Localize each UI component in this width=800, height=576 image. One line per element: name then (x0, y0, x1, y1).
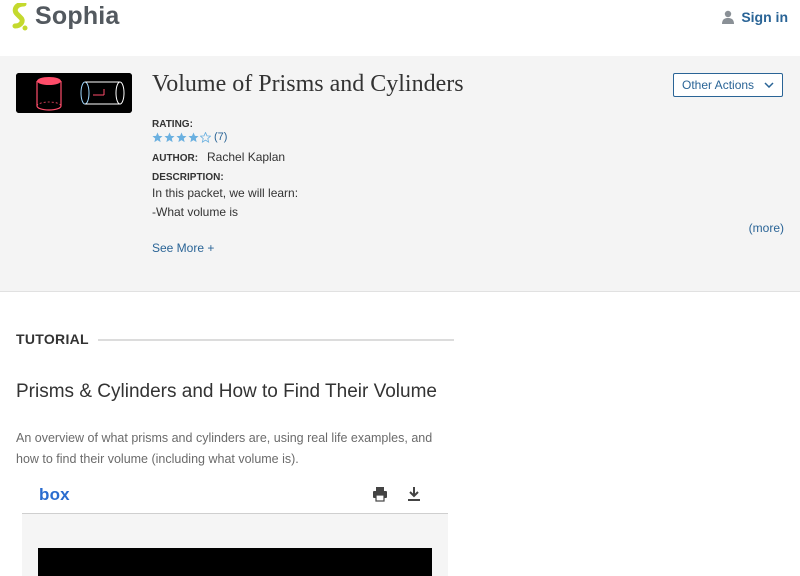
other-actions-dropdown[interactable]: Other Actions (673, 73, 783, 97)
tutorial-description: An overview of what prisms and cylinders… (16, 431, 433, 466)
rating-count-link[interactable]: (7) (214, 131, 227, 143)
logo-text: Sophia (35, 2, 120, 30)
rating-label: RATING: (152, 119, 193, 130)
rating-stars[interactable]: (7) (152, 131, 227, 143)
packet-thumbnail[interactable] (16, 73, 132, 113)
other-actions-label: Other Actions (682, 78, 755, 92)
packet-title: Volume of Prisms and Cylinders (152, 71, 464, 97)
section-divider (98, 339, 454, 341)
more-link[interactable]: (more) (749, 221, 784, 235)
author-label: AUTHOR: (152, 153, 199, 164)
description-line: In this packet, we will learn: (152, 186, 299, 200)
star-filled-icon (164, 131, 175, 142)
sign-in-label: Sign in (741, 9, 788, 25)
author-name: Rachel Kaplan (207, 150, 286, 164)
download-icon[interactable] (406, 486, 422, 502)
chevron-down-icon (764, 82, 774, 88)
star-filled-icon (152, 131, 163, 142)
star-empty-icon (200, 131, 211, 143)
star-filled-icon (176, 131, 187, 142)
site-header: Sophia Sign in (0, 0, 800, 55)
star-filled-icon (188, 131, 199, 142)
box-embed: box (22, 478, 448, 576)
sophia-logo[interactable]: Sophia (10, 2, 120, 31)
sophia-logo-icon (12, 2, 28, 30)
tutorial-title[interactable]: Prisms & Cylinders and How to Find Their… (16, 380, 456, 403)
print-icon[interactable] (372, 486, 388, 502)
box-logo[interactable]: box (39, 485, 70, 505)
box-viewer-area (22, 514, 448, 576)
description-line: -What volume is (152, 205, 239, 219)
packet-hero: Volume of Prisms and Cylinders Other Act… (0, 56, 800, 292)
document-preview[interactable] (38, 548, 432, 576)
user-icon (722, 10, 735, 24)
sign-in-button[interactable]: Sign in (721, 9, 788, 25)
description-label: DESCRIPTION: (152, 172, 224, 183)
see-more-button[interactable]: See More + (152, 241, 214, 255)
section-label-tutorial: TUTORIAL (16, 331, 89, 347)
